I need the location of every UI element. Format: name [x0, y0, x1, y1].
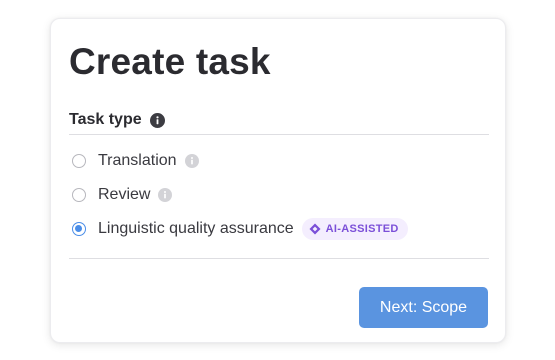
- create-task-dialog: Create task Task type Translation Review: [50, 18, 506, 343]
- footer-divider: [69, 258, 489, 259]
- task-type-label: Task type: [69, 111, 142, 128]
- option-label-translation: Translation: [98, 152, 177, 169]
- page-title: Create task: [69, 41, 271, 82]
- radio-review[interactable]: [72, 188, 86, 202]
- next-scope-button[interactable]: Next: Scope: [359, 287, 488, 328]
- info-icon[interactable]: [149, 112, 165, 128]
- info-icon[interactable]: [158, 188, 173, 202]
- task-type-option-translation[interactable]: Translation: [72, 149, 199, 173]
- option-label-review: Review: [98, 186, 151, 203]
- radio-lqa[interactable]: [72, 222, 86, 236]
- ai-sparkle-icon: [309, 223, 321, 235]
- option-label-lqa: Linguistic quality assurance: [98, 220, 294, 237]
- radio-translation[interactable]: [72, 154, 86, 168]
- info-icon[interactable]: [184, 154, 199, 168]
- task-type-option-review[interactable]: Review: [72, 183, 173, 207]
- task-type-label-row: Task type: [69, 109, 165, 131]
- task-type-option-lqa[interactable]: Linguistic quality assurance AI-ASSISTED: [72, 217, 408, 241]
- section-divider: [69, 134, 489, 135]
- ai-assisted-badge: AI-ASSISTED: [301, 218, 408, 240]
- ai-badge-label: AI-ASSISTED: [325, 223, 399, 235]
